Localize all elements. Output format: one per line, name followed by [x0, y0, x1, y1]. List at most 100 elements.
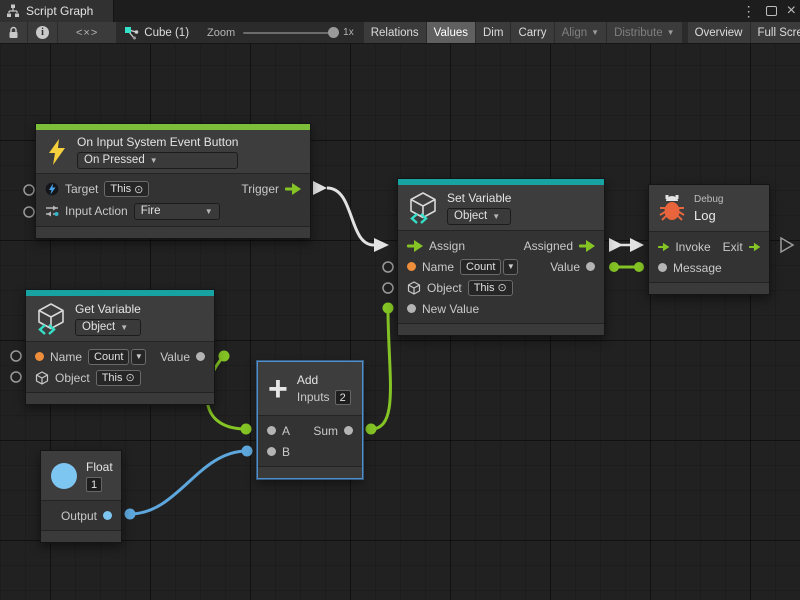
- relations-button[interactable]: Relations: [364, 22, 426, 43]
- values-button[interactable]: Values: [427, 22, 475, 43]
- target-value-chip[interactable]: This ⊙: [104, 181, 149, 197]
- sum-label: Sum: [313, 424, 338, 438]
- node-header[interactable]: Float 1: [41, 451, 121, 501]
- node-float[interactable]: Float 1 Output: [40, 450, 122, 543]
- port-setvar-name-unconnected[interactable]: [383, 262, 393, 272]
- dim-button[interactable]: Dim: [476, 22, 510, 43]
- node-on-input-system-event-button[interactable]: On Input System Event Button On Pressed …: [35, 123, 311, 239]
- variable-name-field[interactable]: Count ▼: [88, 349, 146, 365]
- node-header[interactable]: Set Variable Object ▼: [398, 185, 604, 231]
- graph-context-label: Cube (1): [144, 27, 189, 39]
- node-add[interactable]: + Add Inputs 2 A Sum: [257, 361, 363, 479]
- value-input-port[interactable]: [407, 262, 416, 271]
- align-button[interactable]: Align▼: [555, 22, 607, 43]
- wire-value-to-message[interactable]: [609, 262, 644, 272]
- node-title: On Input System Event Button: [77, 135, 238, 149]
- assign-label: Assign: [429, 239, 465, 253]
- trigger-label: Trigger: [241, 182, 279, 196]
- maximize-icon[interactable]: [766, 6, 777, 16]
- title-bar: Script Graph ⋮ ×: [0, 0, 800, 22]
- row-b: B: [258, 441, 362, 462]
- name-label: Name: [422, 260, 454, 274]
- row-target: Target This ⊙ Trigger: [36, 178, 310, 200]
- input-action-dropdown[interactable]: Fire ▼: [134, 203, 220, 220]
- value-output-port[interactable]: [196, 352, 205, 361]
- chevron-down-icon[interactable]: ▼: [131, 349, 146, 365]
- row-object: Object This ⊙: [26, 367, 214, 388]
- tab-script-graph[interactable]: Script Graph: [0, 0, 114, 22]
- zoom-slider[interactable]: [243, 32, 335, 34]
- row-message: Message: [649, 257, 769, 278]
- row-assign: Assign Assigned: [398, 235, 604, 256]
- flow-output-port[interactable]: [749, 241, 760, 253]
- zoom-label: Zoom: [207, 27, 235, 39]
- variable-scope-dropdown[interactable]: Object ▼: [447, 208, 511, 225]
- code-brackets-icon: <×>: [76, 27, 98, 39]
- zoom-slider-handle[interactable]: [328, 27, 339, 38]
- flow-output-port[interactable]: [285, 183, 301, 195]
- value-output-port[interactable]: [103, 511, 112, 520]
- graph-canvas[interactable]: On Input System Event Button On Pressed …: [0, 44, 800, 600]
- variable-scope-dropdown[interactable]: Object ▼: [75, 319, 141, 336]
- port-exit-unconnected[interactable]: [781, 238, 793, 252]
- message-label: Message: [673, 261, 722, 275]
- node-title: Float: [86, 460, 113, 474]
- value-label: Value: [550, 260, 580, 274]
- flow-output-port[interactable]: [579, 240, 595, 252]
- flow-input-port[interactable]: [658, 241, 669, 253]
- wire-assigned-to-invoke[interactable]: [609, 238, 644, 252]
- inputs-count-field[interactable]: 2: [335, 390, 351, 405]
- full-screen-button[interactable]: Full Screen: [751, 22, 800, 43]
- inspect-button[interactable]: i: [28, 22, 57, 43]
- flow-input-port[interactable]: [407, 240, 423, 252]
- node-footer: [649, 282, 769, 294]
- value-input-port[interactable]: [407, 304, 416, 313]
- node-debug-log[interactable]: Debug Log Invoke Exit: [648, 184, 770, 295]
- wire-trigger-to-assign[interactable]: [313, 181, 389, 252]
- row-new-value: New Value: [398, 298, 604, 319]
- object-label: Object: [55, 371, 90, 385]
- chevron-down-icon[interactable]: ▼: [503, 259, 518, 275]
- row-a-sum: A Sum: [258, 420, 362, 441]
- wire-float-to-b[interactable]: [125, 446, 253, 520]
- object-value-chip[interactable]: This ⊙: [96, 370, 141, 386]
- variable-name-field[interactable]: Count ▼: [460, 259, 518, 275]
- variable-cube-icon: [36, 303, 66, 335]
- node-header[interactable]: + Add Inputs 2: [258, 362, 362, 416]
- node-set-variable[interactable]: Set Variable Object ▼ Assign Assigned: [397, 178, 605, 336]
- node-header[interactable]: Debug Log: [649, 185, 769, 232]
- value-input-port[interactable]: [35, 352, 44, 361]
- distribute-button[interactable]: Distribute▼: [607, 22, 682, 43]
- event-phase-dropdown[interactable]: On Pressed ▼: [77, 152, 238, 169]
- close-icon[interactable]: ×: [787, 3, 796, 19]
- target-value: This: [110, 183, 131, 195]
- value-output-port[interactable]: [586, 262, 595, 271]
- chevron-down-icon: ▼: [150, 156, 158, 165]
- node-header[interactable]: Get Variable Object ▼: [26, 296, 214, 342]
- port-getvar-name-unconnected[interactable]: [11, 351, 21, 361]
- port-setvar-object-unconnected[interactable]: [383, 283, 393, 293]
- port-target-unconnected[interactable]: [24, 185, 34, 195]
- value-input-port[interactable]: [267, 447, 276, 456]
- node-header[interactable]: On Input System Event Button On Pressed …: [36, 130, 310, 174]
- port-getvar-object-unconnected[interactable]: [11, 372, 21, 382]
- preview-code-button[interactable]: <×>: [58, 22, 116, 43]
- node-get-variable[interactable]: Get Variable Object ▼ Name Count ▼: [25, 289, 215, 405]
- float-value-field[interactable]: 1: [86, 477, 102, 492]
- variable-name-value: Count: [94, 351, 123, 363]
- script-graph-window: Script Graph ⋮ × i <×>: [0, 0, 800, 600]
- lock-button[interactable]: [0, 22, 27, 43]
- value-output-port[interactable]: [344, 426, 353, 435]
- port-inputaction-unconnected[interactable]: [24, 207, 34, 217]
- kebab-menu-icon[interactable]: ⋮: [742, 4, 756, 18]
- chevron-down-icon: ▼: [120, 323, 128, 332]
- value-input-port[interactable]: [658, 263, 667, 272]
- lock-icon: [8, 26, 19, 39]
- graph-context-button[interactable]: Cube (1): [117, 22, 196, 43]
- carry-button[interactable]: Carry: [511, 22, 553, 43]
- overview-button[interactable]: Overview: [688, 22, 750, 43]
- object-value-chip[interactable]: This ⊙: [468, 280, 513, 296]
- wire-sum-to-newvalue[interactable]: [366, 303, 394, 435]
- row-name: Name Count ▼ Value: [26, 346, 214, 367]
- value-input-port[interactable]: [267, 426, 276, 435]
